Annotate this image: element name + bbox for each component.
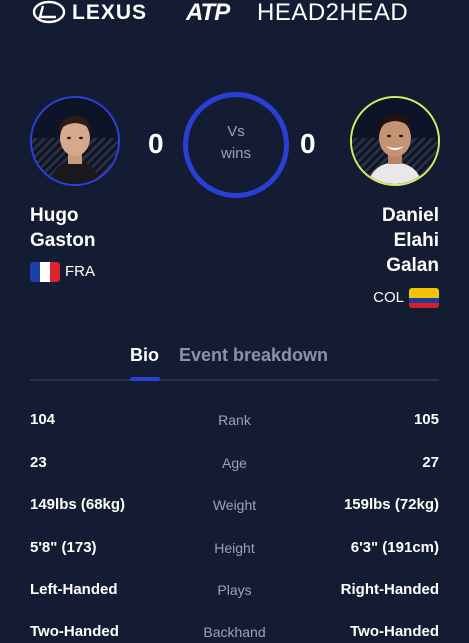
tab-divider: [30, 379, 439, 381]
stat-right-value: 105: [413, 411, 439, 428]
player-left-first-name: Hugo: [30, 205, 79, 226]
player-left-wins: 0: [148, 128, 164, 159]
player-right-avatar[interactable]: [350, 96, 440, 186]
france-flag-icon: [30, 262, 60, 282]
player-right-photo: [352, 98, 438, 184]
header-bar: LEXUS ATP HEAD2HEAD: [0, 0, 469, 30]
stat-label: Age: [222, 455, 247, 471]
player-left-country: FRA: [30, 262, 95, 282]
stat-row-weight: 149lbs (68kg) Weight 159lbs (72kg): [30, 494, 439, 516]
player-left-country-code: FRA: [65, 263, 95, 280]
lexus-wordmark: LEXUS: [72, 1, 148, 24]
wins-label: wins: [220, 145, 251, 162]
player-left-name[interactable]: Hugo Gaston: [30, 203, 95, 253]
tab-event-breakdown[interactable]: Event breakdown: [179, 344, 328, 366]
page-title: HEAD2HEAD: [257, 0, 409, 26]
colombia-flag-icon: [409, 288, 439, 308]
stat-row-age: 23 Age 27: [30, 452, 439, 474]
player-right-country: COL: [373, 288, 439, 308]
versus-label: Vs: [227, 123, 245, 140]
stat-row-height: 5'8" (173) Height 6'3" (191cm): [30, 537, 439, 559]
stat-right-value: 6'3" (191cm): [350, 539, 439, 556]
stat-right-value: 159lbs (72kg): [343, 496, 439, 513]
player-right-country-code: COL: [373, 289, 404, 306]
player-right-last-name: Galan: [386, 255, 439, 276]
tab-bio[interactable]: Bio: [130, 344, 159, 366]
stat-right-value: 27: [422, 454, 439, 471]
stat-right-value: Right-Handed: [340, 581, 439, 598]
atp-logo: ATP: [186, 0, 230, 26]
player-right-first-name: Daniel: [381, 205, 439, 226]
stat-row-rank: 104 Rank 105: [30, 409, 439, 431]
tab-active-indicator: [130, 377, 160, 381]
player-right-wins: 0: [300, 128, 316, 159]
player-left-last-name: Gaston: [30, 230, 96, 251]
player-right-name[interactable]: Daniel Elahi Galan: [382, 203, 439, 278]
player-left-avatar[interactable]: [30, 96, 120, 186]
player-left-photo: [32, 98, 118, 184]
stat-label: Rank: [218, 412, 251, 428]
stat-row-plays: Left-Handed Plays Right-Handed: [30, 579, 439, 601]
lexus-logo-icon: [32, 0, 66, 24]
player-right-middle-name: Elahi: [393, 230, 439, 251]
